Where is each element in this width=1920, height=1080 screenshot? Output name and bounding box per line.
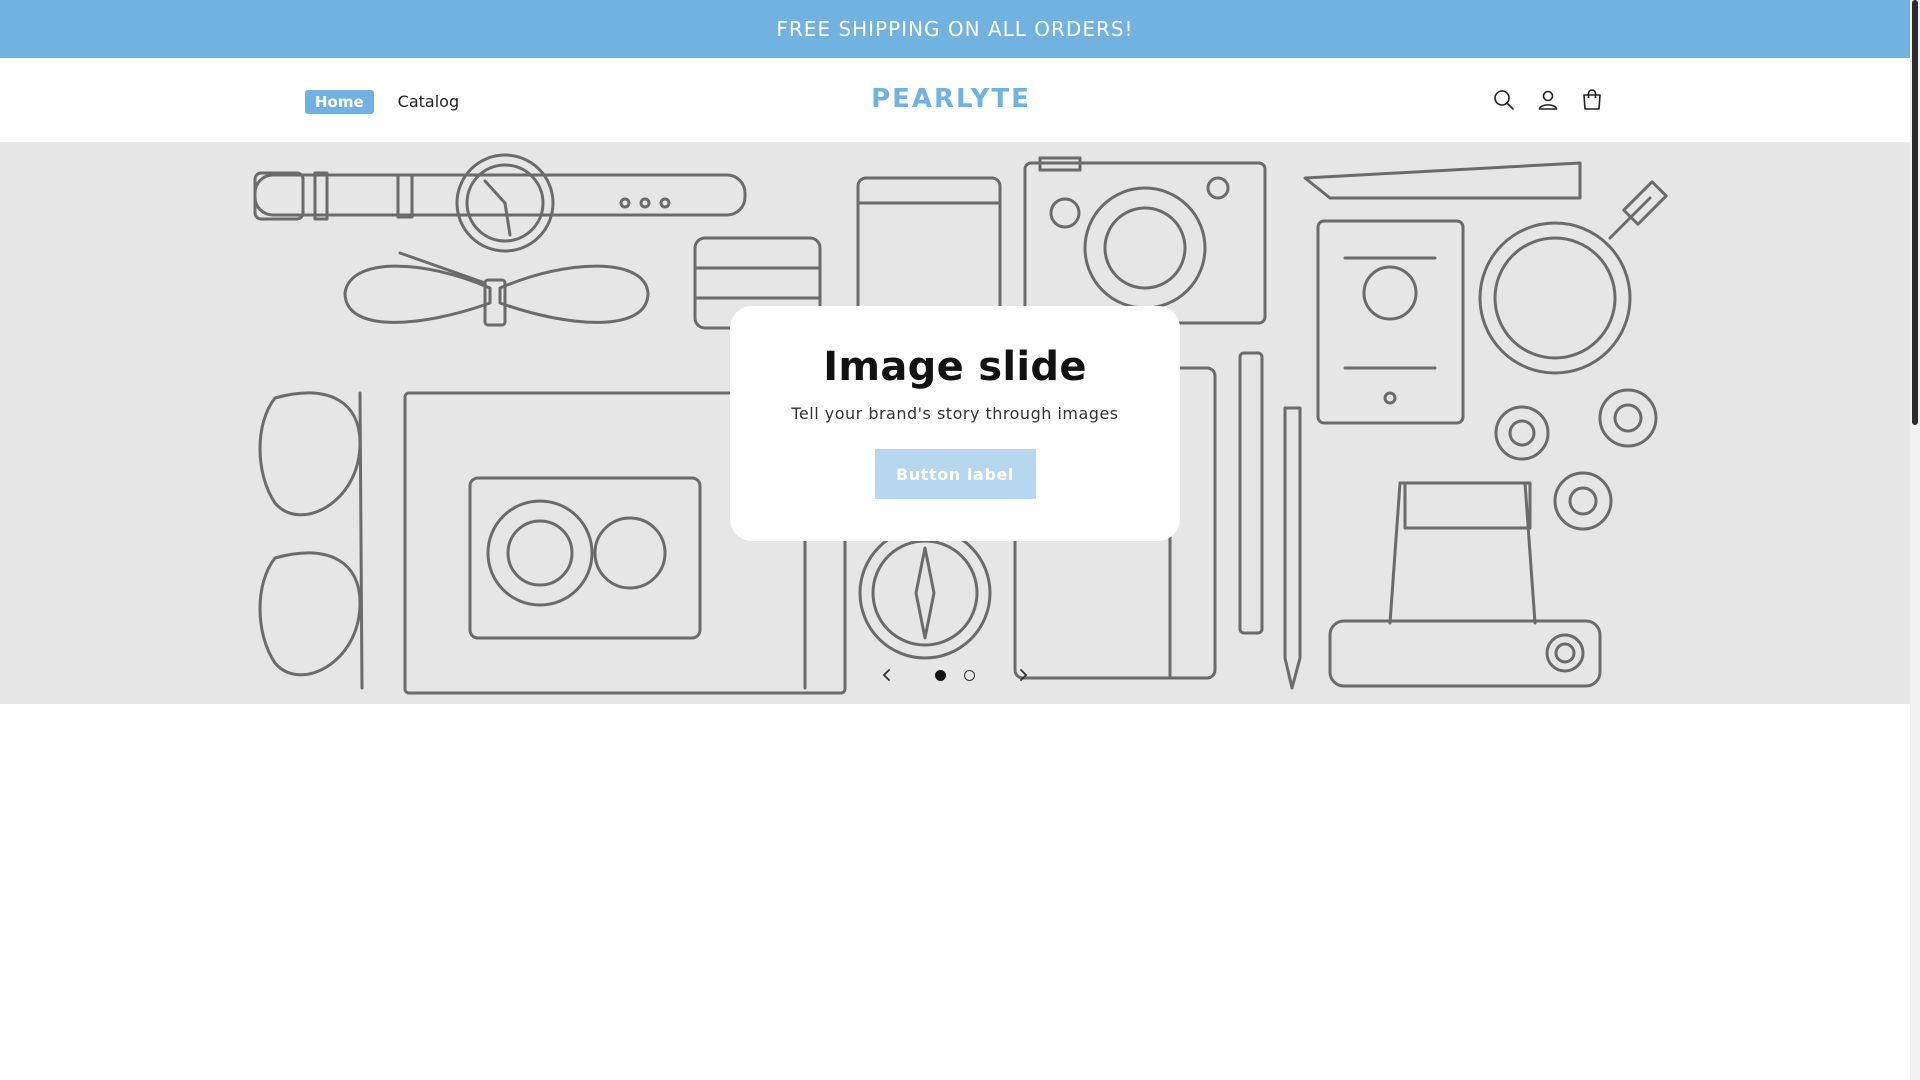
logo-text: PEARLYTE [871, 85, 1031, 113]
passport-illustration [1316, 219, 1465, 425]
nav-link-home[interactable]: Home [305, 89, 374, 114]
slide-subtitle: Tell your brand's story through images [791, 404, 1119, 423]
pencil-illustration [1303, 161, 1582, 200]
slide-title: Image slide [823, 344, 1087, 390]
pens-illustration [1238, 351, 1302, 690]
nav-link-catalog[interactable]: Catalog [398, 89, 459, 114]
account-icon[interactable] [1536, 88, 1560, 112]
cart-icon[interactable] [1580, 88, 1604, 112]
next-slide-button[interactable] [1011, 663, 1035, 687]
compass-illustration [858, 526, 992, 660]
site-header: Home Catalog PEARLYTE [0, 58, 1910, 143]
announcement-text: FREE SHIPPING ON ALL ORDERS! [776, 17, 1134, 41]
bowtie-illustration [343, 251, 650, 327]
slide-cta-button[interactable]: Button label [874, 449, 1036, 499]
page: FREE SHIPPING ON ALL ORDERS! Home Catalo… [0, 0, 1920, 1080]
brand-logo[interactable]: PEARLYTE [854, 85, 1048, 113]
slide-dots [935, 669, 975, 681]
announcement-bar: FREE SHIPPING ON ALL ORDERS! [0, 0, 1910, 58]
chevron-right-icon [1020, 669, 1028, 681]
scrollbar-thumb[interactable] [1912, 0, 1918, 425]
sunglasses-illustration [258, 391, 364, 690]
search-icon[interactable] [1492, 88, 1516, 112]
slide-dot-2[interactable] [964, 669, 975, 681]
chevron-left-icon [882, 669, 890, 681]
header-icons [1492, 88, 1604, 112]
hero-slideshow: Image slide Tell your brand's story thro… [0, 143, 1910, 704]
camera-illustration [1023, 156, 1267, 325]
slide-content-box: Image slide Tell your brand's story thro… [730, 306, 1180, 541]
slider-controls [875, 663, 1035, 687]
slide-dot-1[interactable] [935, 669, 946, 681]
main-nav: Home Catalog [305, 89, 459, 114]
zoom-lens-illustration [856, 176, 1002, 320]
film-rolls-illustration [1494, 388, 1658, 531]
magnifier-illustration [1478, 180, 1668, 375]
previous-slide-button[interactable] [875, 663, 899, 687]
watch-illustration [253, 153, 747, 253]
